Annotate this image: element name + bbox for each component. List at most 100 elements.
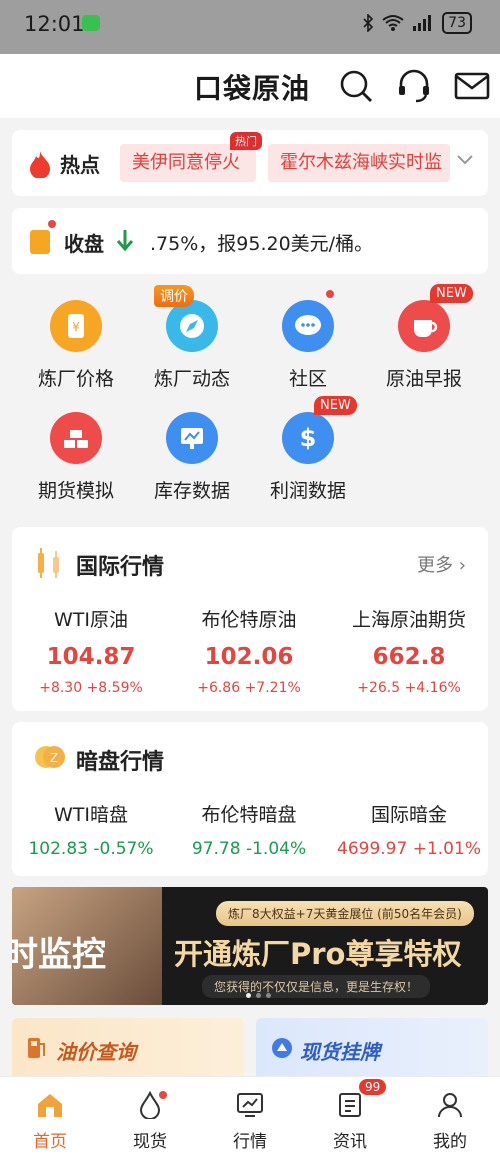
grid-label: 社区 xyxy=(288,368,327,390)
chart-icon xyxy=(237,1093,263,1117)
app-header: 口袋原油 xyxy=(0,54,500,118)
quote-brent[interactable]: 布伦特原油 102.06 +6.86 +7.21% xyxy=(170,605,328,696)
refinery-news-icon xyxy=(166,300,218,352)
chevron-down-icon[interactable] xyxy=(456,152,474,166)
grid-label: 炼厂价格 xyxy=(37,368,114,390)
spot-icon xyxy=(272,1038,292,1058)
arrow-down-icon xyxy=(116,230,134,252)
news-icon xyxy=(339,1093,361,1117)
nav-profile[interactable]: 我的 xyxy=(415,1091,485,1152)
hot-topic-chip[interactable]: 霍尔木兹海峡实时监 xyxy=(268,144,450,182)
dark-quote-gold[interactable]: 国际暗金 4699.97 +1.01% xyxy=(330,800,488,859)
grid-label: 原油早报 xyxy=(385,368,462,390)
gas-pump-icon xyxy=(28,1038,45,1058)
spot-listing-label: 现货挂牌 xyxy=(300,1040,380,1064)
quote-change: +6.86 +7.21% xyxy=(197,680,301,696)
community-icon xyxy=(282,300,334,352)
dark-name: 布伦特暗盘 xyxy=(201,804,297,826)
quote-wti[interactable]: WTI原油 104.87 +8.30 +8.59% xyxy=(12,605,170,696)
quote-name: 上海原油期货 xyxy=(351,609,466,631)
quote-price: 662.8 xyxy=(372,644,446,670)
svg-text:¥: ¥ xyxy=(72,320,80,334)
nav-home[interactable]: 首页 xyxy=(15,1091,85,1152)
quote-name: WTI原油 xyxy=(54,609,128,631)
signal-icon xyxy=(413,15,432,31)
more-label: 更多 xyxy=(417,555,454,576)
quote-price: 104.87 xyxy=(46,644,136,670)
grid-label: 期货模拟 xyxy=(37,480,114,502)
carousel-dots xyxy=(246,993,271,998)
banner-subtitle: 您获得的不仅仅是信息，更是生存权！ xyxy=(202,975,431,998)
mail-icon[interactable] xyxy=(452,66,492,106)
price-adjust-tag: 调价 xyxy=(154,285,194,307)
refinery-price-icon: ¥ xyxy=(50,300,102,352)
quote-change: +26.5 +4.16% xyxy=(357,680,461,696)
bottom-nav: 首页 现货 行情 99 资讯 我的 xyxy=(0,1076,500,1159)
dark-value: 97.78 -1.04% xyxy=(191,839,307,859)
dark-name: 国际暗金 xyxy=(370,804,447,826)
nav-label: 行情 xyxy=(233,1132,267,1152)
grid-item-profit[interactable]: $ 利润数据 xyxy=(250,412,366,503)
hot-label: 热点 xyxy=(60,153,100,177)
svg-text:Z: Z xyxy=(50,751,58,765)
grid-item-refinery-price[interactable]: ¥ 炼厂价格 xyxy=(18,300,134,391)
quote-name: 布伦特原油 xyxy=(201,609,297,631)
dark-quote-wti[interactable]: WTI暗盘 102.83 -0.57% xyxy=(12,800,170,859)
dark-value: 102.83 -0.57% xyxy=(28,839,154,859)
nav-label: 首页 xyxy=(33,1132,67,1152)
hot-badge: 热门 xyxy=(230,132,262,150)
oil-price-query-label: 油价查询 xyxy=(56,1040,136,1064)
more-link[interactable]: 更多 › xyxy=(417,551,466,577)
unread-dot xyxy=(48,220,56,228)
wifi-icon xyxy=(382,15,404,31)
status-indicators: 73 xyxy=(362,12,472,34)
market-close-notice[interactable]: 收盘 .75%，报95.20美元/桶。 xyxy=(12,208,488,274)
nav-label: 现货 xyxy=(133,1132,167,1152)
close-text: .75%，报95.20美元/桶。 xyxy=(150,233,374,255)
nav-news[interactable]: 99 资讯 xyxy=(315,1079,387,1152)
candlestick-icon xyxy=(38,548,59,578)
dark-quote-brent[interactable]: 布伦特暗盘 97.78 -1.04% xyxy=(170,800,328,859)
pro-banner[interactable]: 时监控 炼厂8大权益+7天黄金展位 (前50名年会员) 开通炼厂Pro尊享特权 … xyxy=(12,887,488,1005)
profile-icon xyxy=(438,1093,462,1118)
banner-pill: 炼厂8大权益+7天黄金展位 (前50名年会员) xyxy=(216,901,474,926)
quote-change: +8.30 +8.59% xyxy=(39,680,143,696)
nav-spot[interactable]: 现货 xyxy=(115,1090,185,1152)
hot-topics-bar: 热点 美伊同意停火 热门 霍尔木兹海峡实时监 xyxy=(12,130,488,196)
dark-value: 4699.97 +1.01% xyxy=(337,839,481,859)
grid-item-refinery-news[interactable]: 炼厂动态 xyxy=(134,300,250,391)
grid-item-community[interactable]: 社区 xyxy=(250,300,366,391)
futures-sim-icon xyxy=(50,412,102,464)
grid-label: 炼厂动态 xyxy=(153,368,230,390)
search-icon[interactable] xyxy=(336,66,376,106)
news-count-badge: 99 xyxy=(359,1079,387,1095)
banner-headline: 开通炼厂Pro尊享特权 xyxy=(174,937,462,971)
notification-dot xyxy=(159,1091,167,1099)
oil-price-query-button[interactable]: 油价查询 xyxy=(12,1018,244,1080)
nav-label: 我的 xyxy=(433,1132,467,1152)
dark-market-title: 暗盘行情 xyxy=(76,750,165,775)
notification-dot xyxy=(326,290,334,298)
wechat-icon xyxy=(82,15,100,31)
nav-market[interactable]: 行情 xyxy=(215,1091,285,1152)
intl-market-card: 国际行情 更多 › WTI原油 104.87 +8.30 +8.59% 布伦特原… xyxy=(12,527,488,711)
grid-item-futures-sim[interactable]: 期货模拟 xyxy=(18,412,134,503)
coin-icon: Z xyxy=(35,746,65,768)
grid-item-inventory[interactable]: 库存数据 xyxy=(134,412,250,503)
morning-report-icon xyxy=(398,300,450,352)
quote-shanghai[interactable]: 上海原油期货 662.8 +26.5 +4.16% xyxy=(330,605,488,696)
banner-image: 时监控 xyxy=(12,887,162,1005)
dark-name: WTI暗盘 xyxy=(54,804,128,826)
customer-service-icon[interactable] xyxy=(394,66,434,106)
spot-listing-button[interactable]: 现货挂牌 xyxy=(256,1018,488,1080)
app-logo: 口袋原油 xyxy=(194,72,311,105)
banner-left-text: 时监控 xyxy=(12,935,106,975)
inventory-icon xyxy=(166,412,218,464)
nav-label: 资讯 xyxy=(333,1132,367,1152)
new-badge: NEW xyxy=(430,284,473,303)
grid-item-morning-report[interactable]: 原油早报 xyxy=(366,300,482,391)
status-bar: 12:01 73 xyxy=(0,0,500,54)
home-icon xyxy=(38,1094,62,1117)
close-label: 收盘 xyxy=(64,232,104,256)
svg-text:$: $ xyxy=(300,424,317,452)
